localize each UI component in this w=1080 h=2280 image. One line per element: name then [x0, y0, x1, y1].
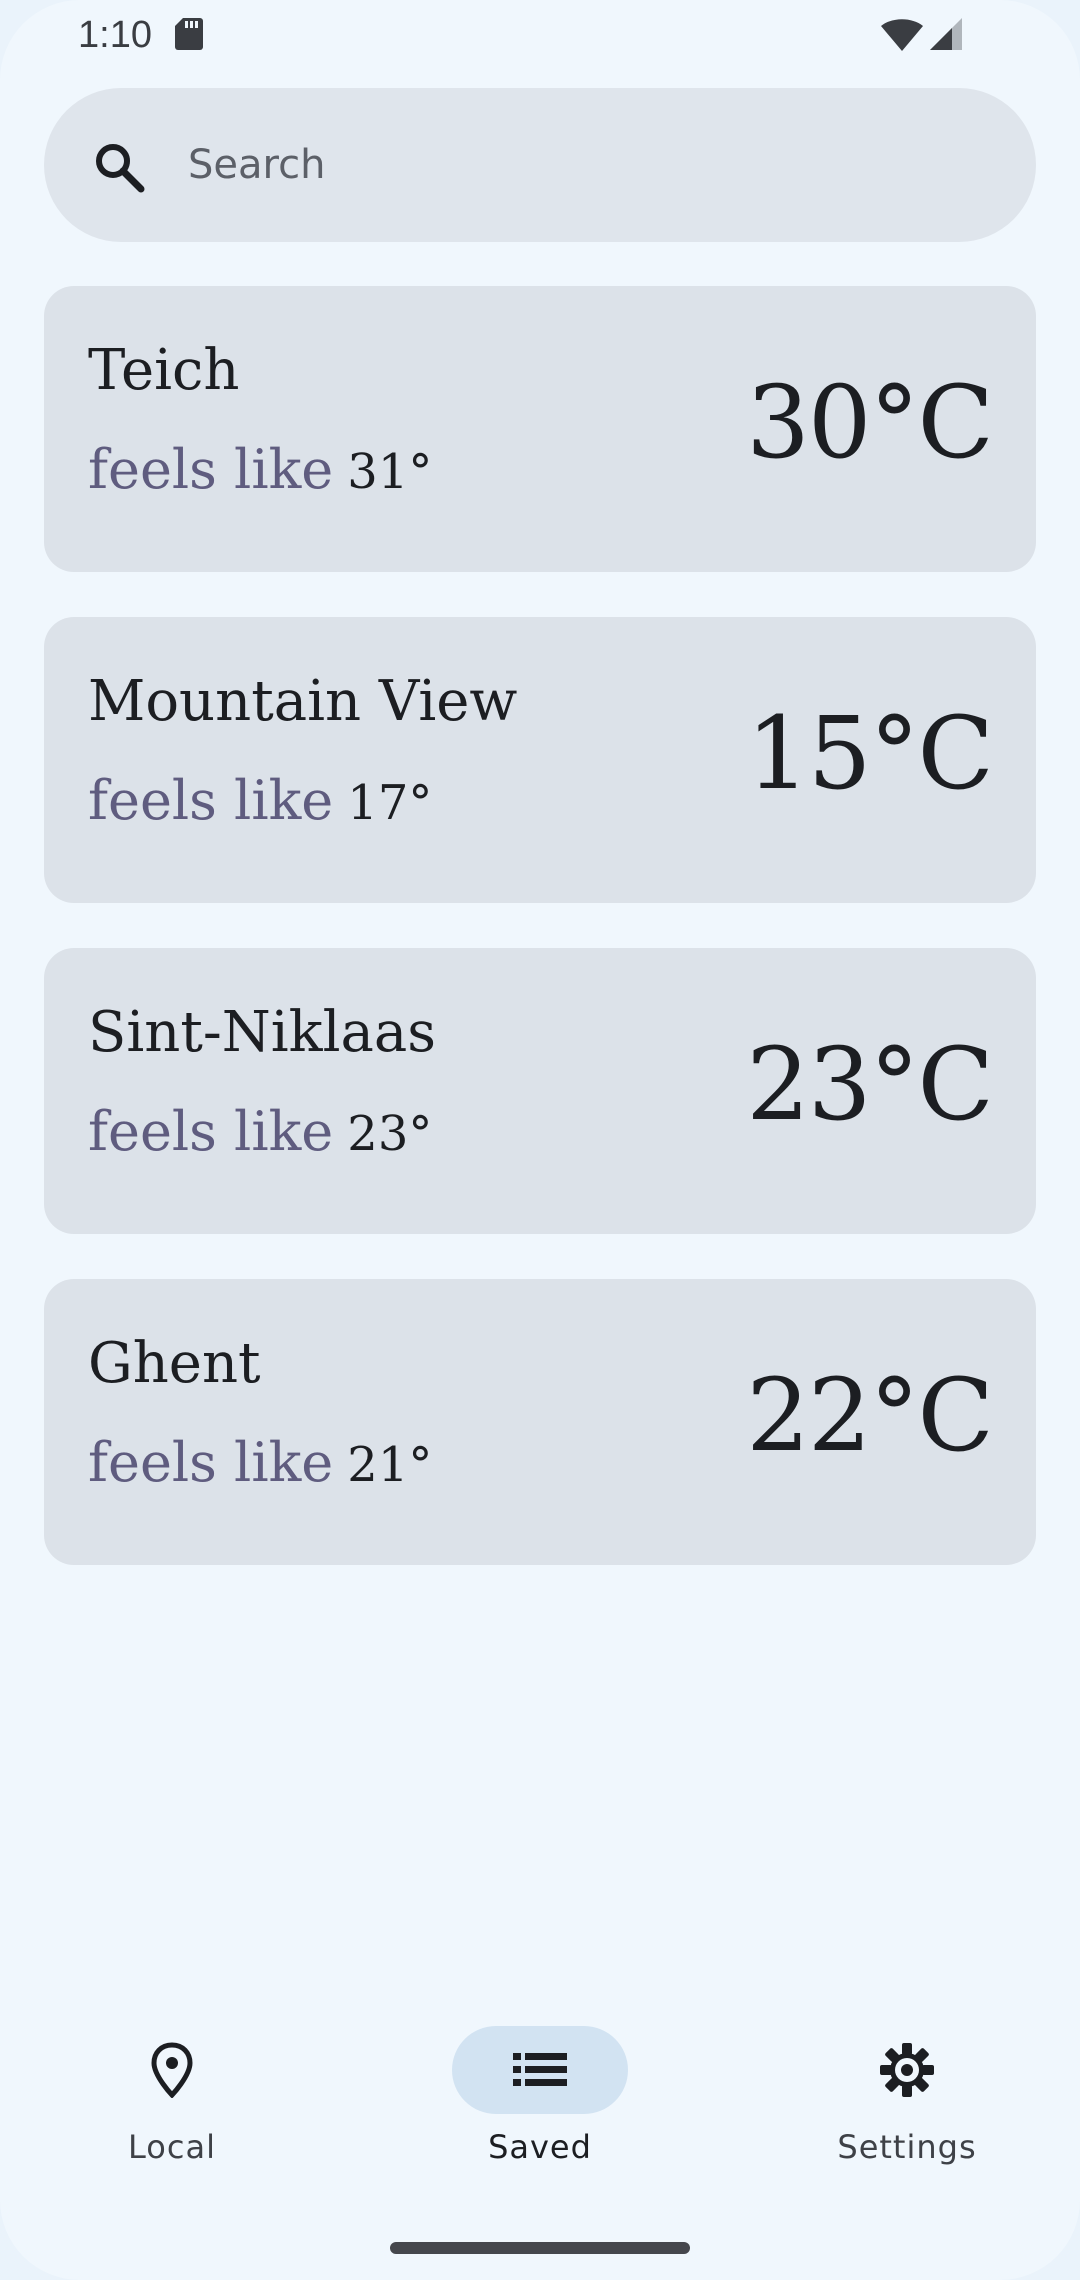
nav-icon-container — [84, 2026, 260, 2114]
city-card-sint-niklaas[interactable]: Sint-Niklaas feels like 23° 23°C — [44, 948, 1036, 1234]
city-card-ghent[interactable]: Ghent feels like 21° 22°C — [44, 1279, 1036, 1565]
list-icon — [513, 2053, 567, 2086]
feels-like-label: feels like — [88, 438, 334, 501]
feels-like-value: 17° — [347, 775, 433, 831]
gear-icon — [880, 2043, 934, 2097]
nav-item-local[interactable]: Local — [42, 2020, 302, 2180]
feels-like-label: feels like — [88, 1100, 334, 1163]
feels-like: feels like 17° — [88, 769, 432, 832]
feels-like: feels like 23° — [88, 1100, 432, 1163]
app-screen: 1:10 Teich feels like31° 30°C Mountain V… — [0, 0, 1080, 2280]
feels-like-value: 23° — [347, 1106, 433, 1162]
feels-like: feels like 31° — [88, 438, 432, 501]
city-card-teich[interactable]: Teich feels like 31° 30°C — [44, 286, 1036, 572]
feels-like-label: feels like — [88, 769, 334, 832]
nav-item-settings[interactable]: Settings — [777, 2020, 1037, 2180]
temperature: 23°C — [746, 1026, 994, 1143]
status-bar: 1:10 — [0, 0, 1080, 70]
city-name: Mountain View — [88, 669, 518, 734]
feels-like: feels like 21° — [88, 1431, 432, 1494]
temperature: 15°C — [746, 695, 994, 812]
city-name: Ghent — [88, 1331, 261, 1396]
status-time: 1:10 — [78, 14, 152, 56]
nav-icon-container — [819, 2026, 995, 2114]
location-pin-icon — [151, 2042, 193, 2098]
city-name: Teich — [88, 338, 240, 403]
feels-like-value: 31° — [347, 444, 433, 500]
nav-active-pill — [452, 2026, 628, 2114]
wifi-icon — [881, 19, 923, 51]
search-icon[interactable] — [92, 140, 146, 194]
nav-label: Saved — [488, 2128, 592, 2166]
cell-signal-icon — [930, 18, 962, 50]
feels-like-label: feels like — [88, 1431, 334, 1494]
search-input[interactable] — [188, 120, 988, 210]
nav-label: Local — [128, 2128, 216, 2166]
temperature: 30°C — [746, 364, 994, 481]
home-indicator[interactable] — [390, 2242, 690, 2254]
nav-item-saved[interactable]: Saved — [410, 2020, 670, 2180]
city-card-mountain-view[interactable]: Mountain View feels like 17° 15°C — [44, 617, 1036, 903]
sd-card-icon — [175, 18, 203, 50]
nav-label: Settings — [837, 2128, 977, 2166]
city-name: Sint-Niklaas — [88, 1000, 437, 1065]
temperature: 22°C — [746, 1357, 994, 1474]
feels-like-value: 21° — [347, 1437, 433, 1493]
